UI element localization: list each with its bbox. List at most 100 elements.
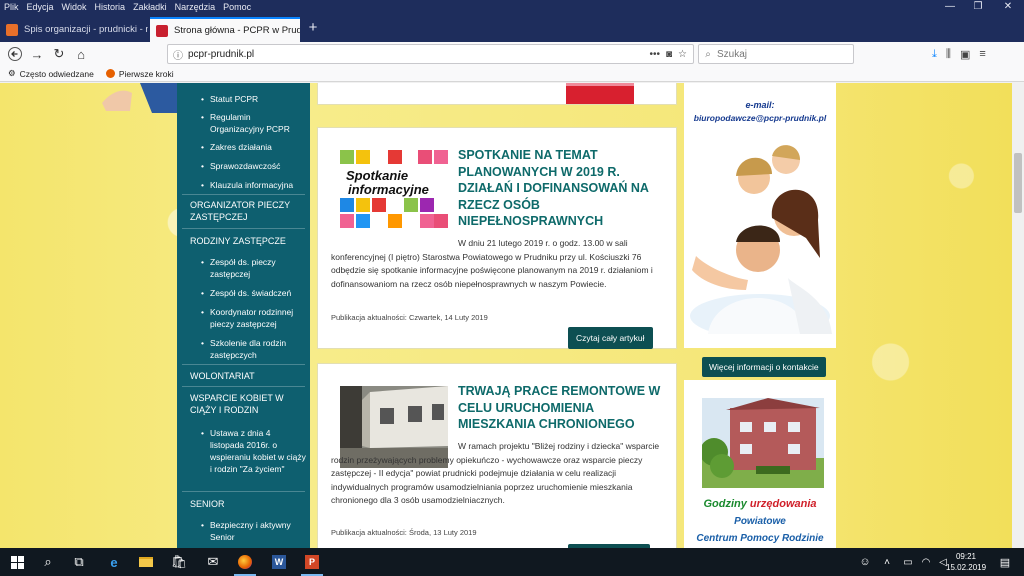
menu-view[interactable]: Widok (58, 0, 91, 14)
article-image-fragment (566, 83, 634, 104)
word-icon[interactable]: W (264, 548, 294, 576)
sidebar-item-sprawozdawczosc[interactable]: Sprawozdawczość (201, 160, 306, 172)
close-window-button[interactable]: ✕ (994, 0, 1022, 14)
pocket-icon[interactable]: ◙ (666, 49, 672, 60)
sidebar-head-wsparcie[interactable]: WSPARCIE KOBIET W CIĄŻY I RODZIN (190, 392, 306, 416)
sidebar-item-statut[interactable]: Statut PCPR (201, 93, 306, 105)
sidebar-head-rodziny[interactable]: RODZINY ZASTĘPCZE (190, 235, 306, 247)
contact-info-button[interactable]: Więcej informacji o kontakcie (702, 357, 826, 377)
search-icon: ⌕ (705, 48, 711, 60)
divider (182, 364, 305, 365)
search-icon[interactable]: ⌕ (33, 548, 63, 576)
new-tab-button[interactable]: + (304, 14, 322, 42)
sidebar-item-szkolenie[interactable]: Szkolenie dla rodzin zastępczych (201, 337, 306, 361)
scrollbar-thumb[interactable] (1014, 153, 1022, 213)
reload-icon: ↻ (53, 46, 65, 61)
family-photo (690, 145, 832, 334)
taskbar-clock[interactable]: 09:21 15.02.2019 (946, 551, 986, 573)
bookmark-label: Często odwiedzane (19, 68, 94, 79)
clock-date: 15.02.2019 (946, 563, 987, 572)
hours-word-1: Godziny (703, 498, 750, 510)
sidebar-item-koordynator[interactable]: Koordynator rodzinnej pieczy zastępczej (201, 306, 306, 330)
sidebar-item-zakres[interactable]: Zakres działania (201, 141, 306, 153)
restore-button[interactable]: ❐ (964, 0, 992, 14)
sidebar-head-wolontariat[interactable]: WOLONTARIAT (190, 370, 306, 382)
nav-toolbar: → ↻ ⌂ ⓘ pcpr-prudnik.pl ••• ◙ ☆ ⌕ Szukaj… (0, 42, 1024, 66)
pcpr-favicon-icon (156, 24, 168, 37)
menu-edit[interactable]: Edycja (23, 0, 58, 14)
edge-icon[interactable]: e (99, 548, 129, 576)
firefox-taskbar-icon[interactable] (230, 548, 260, 576)
library-icon[interactable]: ⫼ (946, 48, 951, 61)
sidebar-item-ustawa[interactable]: Ustawa z dnia 4 listopada 2016r. o wspie… (201, 427, 306, 475)
action-center-icon[interactable]: ▤ (990, 548, 1020, 576)
task-view-icon[interactable]: ⧉ (64, 548, 94, 576)
divider (182, 491, 305, 492)
read-more-button[interactable]: Czytaj cały artykuł (568, 327, 653, 349)
sidebar-item-zespol-pieczy[interactable]: Zespół ds. pieczy zastępczej (201, 256, 306, 280)
sidebar-item-regulamin[interactable]: Regulamin Organizacyjny PCPR (201, 111, 306, 135)
email-label: e-mail: (745, 100, 775, 110)
reload-button[interactable]: ↻ (48, 43, 70, 65)
tab-title: Spis organizacji - prudnicki - n (24, 24, 148, 35)
page-scrollbar[interactable] (1012, 83, 1024, 548)
hours-heading: Godziny urzędowania (684, 498, 836, 510)
tab-title: Strona główna - PCPR w Prudni (174, 25, 300, 36)
page-viewport: Statut PCPR Regulamin Organizacyjny PCPR… (0, 83, 1012, 548)
download-icon[interactable]: ⤓ (932, 48, 937, 61)
mail-icon[interactable]: ✉ (198, 548, 228, 576)
sidebar-item-zespol-swiadczen[interactable]: Zespół ds. świadczeń (201, 287, 306, 299)
article-title-link[interactable]: SPOTKANIE NA TEMAT PLANOWANYCH W 2019 R.… (458, 147, 663, 230)
clock-time: 09:21 (955, 552, 977, 561)
forward-button[interactable]: → (26, 43, 48, 65)
contact-card: e-mail: biuropodawcze@pcpr-prudnik.pl (684, 83, 836, 348)
hamburger-menu-icon[interactable]: ≡ (979, 48, 985, 60)
article-title-link[interactable]: TRWAJĄ PRACE REMONTOWE W CELU URUCHOMIEN… (458, 383, 663, 433)
site-info-icon[interactable]: ⓘ (168, 47, 188, 62)
bookmark-getting-started[interactable]: Pierwsze kroki (105, 68, 174, 79)
url-text: pcpr-prudnik.pl (188, 48, 255, 60)
sidebar-head-senior[interactable]: SENIOR (190, 498, 306, 510)
powerpoint-icon[interactable]: P (297, 548, 327, 576)
sidebar-item-senior[interactable]: Bezpieczny i aktywny Senior (201, 519, 306, 543)
divider (182, 194, 305, 195)
divider (182, 386, 305, 387)
article-publication-date: Publikacja aktualności: Środa, 13 Luty 2… (331, 528, 477, 537)
search-box[interactable]: ⌕ Szukaj (698, 44, 854, 64)
spotkanie-logo-image: Spotkanie informacyjne (340, 150, 448, 228)
article-body: W dniu 21 lutego 2019 r. o godz. 13.00 w… (331, 238, 653, 289)
windows-taskbar: ⌕ ⧉ e 🛍 ✉ W P ☺ ˄ ▭ ◠ ◁ 09:21 15.02.2019… (0, 548, 1024, 576)
url-bar[interactable]: ⓘ pcpr-prudnik.pl ••• ◙ ☆ (167, 44, 694, 64)
search-placeholder: Szukaj (717, 48, 748, 60)
bookmark-most-visited[interactable]: ⚙ Często odwiedzane (8, 68, 94, 79)
bookmarks-bar: ⚙ Często odwiedzane Pierwsze kroki (0, 66, 1024, 82)
tab-strip: Spis organizacji - prudnicki - n ✕ Stron… (0, 14, 1024, 42)
back-arrow-icon (8, 47, 22, 61)
menubar: Plik Edycja Widok Historia Zakładki Narz… (0, 0, 1024, 14)
sidebar-head-organizator[interactable]: ORGANIZATOR PIECZY ZASTĘPCZEJ (190, 199, 306, 223)
menu-help[interactable]: Pomoc (219, 0, 255, 14)
gear-icon: ⚙ (8, 68, 16, 78)
logo-text-line2: informacyjne (348, 182, 429, 197)
sidebar-toggle-icon[interactable]: ▣ (960, 48, 970, 61)
minimize-button[interactable]: — (936, 0, 964, 14)
windows-logo-icon (10, 555, 24, 569)
bookmark-label: Pierwsze kroki (118, 68, 174, 79)
home-button[interactable]: ⌂ (70, 43, 92, 65)
menu-file[interactable]: Plik (0, 0, 23, 14)
bookmark-star-icon[interactable]: ☆ (678, 49, 687, 60)
menu-tools[interactable]: Narzędzia (171, 0, 220, 14)
site-favicon-icon (6, 23, 18, 36)
email-link[interactable]: biuropodawcze@pcpr-prudnik.pl (684, 113, 836, 123)
sidebar-item-klauzula[interactable]: Klauzula informacyjna (201, 179, 306, 191)
menu-history[interactable]: Historia (91, 0, 130, 14)
menu-bookmarks[interactable]: Zakładki (129, 0, 171, 14)
start-button[interactable] (2, 548, 32, 576)
tab-spis-organizacji[interactable]: Spis organizacji - prudnicki - n ✕ (0, 17, 148, 42)
tab-strona-glowna[interactable]: Strona główna - PCPR w Prudni ✕ (150, 17, 300, 42)
back-button[interactable] (4, 43, 26, 65)
file-explorer-icon[interactable] (131, 548, 161, 576)
page-actions-icon[interactable]: ••• (649, 49, 660, 60)
store-icon[interactable]: 🛍 (164, 548, 194, 576)
left-sidebar-nav: Statut PCPR Regulamin Organizacyjny PCPR… (177, 83, 310, 548)
